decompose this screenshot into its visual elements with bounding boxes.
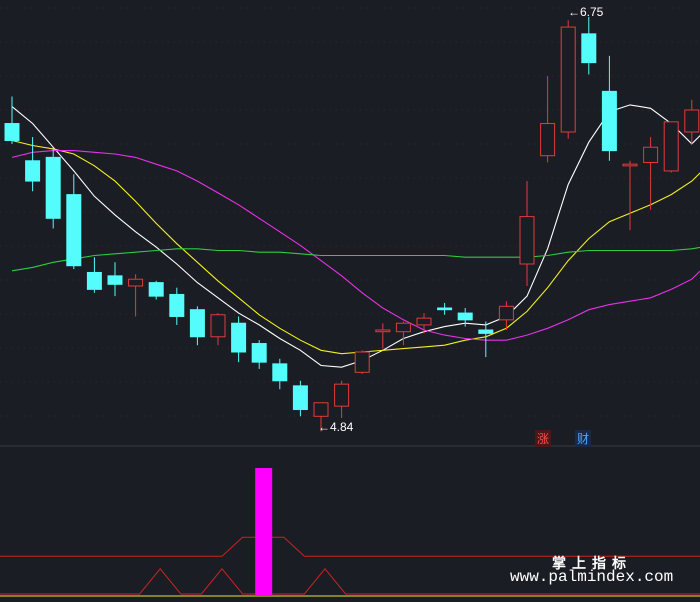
- candle: [272, 358, 288, 390]
- candle-body: [334, 383, 350, 407]
- candle: [210, 313, 226, 346]
- candle-body: [437, 307, 453, 311]
- candle-body: [25, 160, 41, 182]
- candle: [354, 350, 370, 374]
- candle: [622, 160, 638, 231]
- ma-line-1: [11, 139, 700, 355]
- min-price-value: 4.84: [330, 420, 354, 434]
- candle-body: [395, 322, 411, 333]
- candle: [684, 99, 700, 144]
- candle-body: [148, 282, 164, 297]
- candle-body: [457, 312, 473, 321]
- candle: [540, 76, 556, 163]
- min-price-arrow: ←: [318, 420, 330, 434]
- candle: [560, 20, 576, 139]
- candlestick-chart: [0, 7, 700, 597]
- candle-body: [663, 121, 679, 172]
- candle: [251, 340, 267, 369]
- candle-body: [272, 363, 288, 382]
- candles: [4, 16, 700, 432]
- candle-body: [416, 317, 432, 326]
- candle-body: [169, 293, 185, 317]
- candle: [25, 137, 41, 192]
- candle-body: [560, 26, 576, 133]
- candle-body: [540, 123, 556, 157]
- max-price-value: 6.75: [580, 5, 604, 19]
- ma-line-2: [11, 150, 700, 341]
- candle-body: [313, 402, 329, 417]
- candle-body: [601, 90, 617, 152]
- candle: [663, 121, 679, 173]
- candle-body: [210, 314, 226, 338]
- candle: [45, 147, 61, 229]
- candle: [581, 16, 597, 75]
- min-price-label: ←4.84: [318, 420, 353, 434]
- candle: [66, 174, 82, 270]
- candle-body: [231, 322, 247, 353]
- candle-body: [375, 329, 391, 333]
- candle-body: [643, 146, 659, 163]
- candle-body: [519, 216, 535, 265]
- candle-body: [128, 278, 144, 287]
- candle: [4, 96, 20, 144]
- candle-body: [478, 329, 494, 334]
- candle-body: [498, 305, 514, 321]
- candle: [292, 380, 308, 417]
- candle: [334, 380, 350, 418]
- candle: [86, 257, 102, 293]
- candle: [498, 301, 514, 330]
- candle: [519, 181, 535, 286]
- event-tag-cai[interactable]: 财: [575, 430, 592, 447]
- candle-body: [45, 156, 61, 219]
- candle-body: [86, 271, 102, 290]
- candle: [601, 55, 617, 161]
- candle: [148, 280, 164, 300]
- candle-body: [581, 33, 597, 64]
- candle: [437, 302, 453, 315]
- ma-line-0: [11, 104, 700, 368]
- candle-body: [622, 163, 638, 167]
- candle: [128, 274, 144, 317]
- candle-body: [107, 275, 123, 285]
- candle-body: [4, 123, 20, 141]
- indicator-spike-bar: [255, 468, 273, 596]
- candle: [375, 323, 391, 349]
- moving-averages: [11, 104, 700, 368]
- candle: [231, 316, 247, 363]
- event-tag-zhang[interactable]: 涨: [535, 430, 552, 447]
- candle-body: [354, 351, 370, 373]
- candle: [169, 287, 185, 325]
- candle-body: [251, 343, 267, 363]
- candle-body: [66, 194, 82, 267]
- candle: [643, 137, 659, 210]
- candle-body: [292, 385, 308, 411]
- price-grid: [0, 7, 700, 447]
- watermark-url: www.palmindex.com: [510, 568, 674, 586]
- max-price-arrow: ←: [568, 5, 580, 19]
- max-price-label: ←6.75: [568, 5, 603, 19]
- candle-body: [189, 309, 205, 338]
- candle: [107, 262, 123, 297]
- candle: [189, 306, 205, 346]
- candle-body: [684, 109, 700, 133]
